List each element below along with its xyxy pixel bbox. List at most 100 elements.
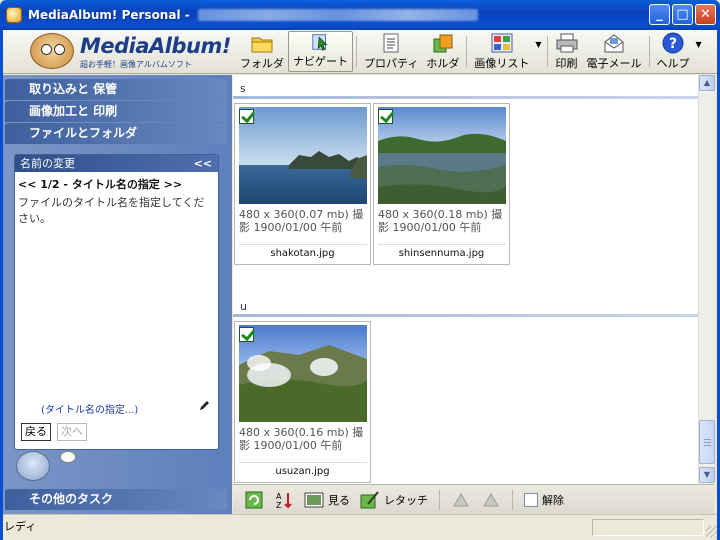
svg-text:?: ? [669, 36, 677, 52]
toolbar-separator [546, 36, 548, 67]
app-icon[interactable] [6, 7, 22, 23]
group-label-s: s [240, 82, 246, 95]
group-divider [233, 314, 698, 317]
thumbnail-item[interactable]: 480 x 360(0.07 mb) 撮影 1900/01/00 午前 shak… [234, 103, 371, 265]
image-list-button[interactable]: 画像リスト [470, 30, 533, 73]
svg-text:A: A [276, 492, 282, 501]
thumbnail-info: 480 x 360(0.16 mb) 撮影 1900/01/00 午前 [239, 426, 364, 452]
printer-icon [556, 33, 577, 53]
logo-subtitle: 超お手軽！画像アルバムソフト [80, 60, 192, 69]
window-frame-left [0, 30, 3, 540]
status-bar: レディ [0, 514, 720, 540]
thumbnail-item[interactable]: 480 x 360(0.16 mb) 撮影 1900/01/00 午前 usuz… [234, 321, 371, 483]
rotate-left-button[interactable] [448, 489, 474, 511]
vertical-scrollbar[interactable]: ▲ ▼ [698, 75, 715, 484]
refresh-button[interactable] [241, 489, 267, 511]
rename-panel-header: 名前の変更 << [15, 155, 218, 172]
thumbnail-image [239, 325, 367, 422]
help-button[interactable]: ? ヘルプ [653, 30, 694, 73]
task-pane: 取り込みと 保管 画像加工と 印刷 ファイルとフォルダ 名前の変更 << << … [0, 75, 232, 514]
task-section-file-folder[interactable]: ファイルとフォルダ [5, 123, 227, 144]
close-button[interactable]: ✕ [695, 4, 716, 25]
next-button[interactable]: 次へ [57, 423, 87, 441]
thumbnail-filename: shakotan.jpg [270, 248, 335, 259]
step-title: << 1/2 - タイトル名の指定 >> [18, 178, 183, 191]
select-checkbox[interactable] [239, 327, 254, 342]
status-text: レディ [4, 520, 37, 533]
help-icon: ? [662, 32, 684, 54]
email-button[interactable]: 電子メール [583, 30, 646, 73]
thumbnail-divider [378, 244, 506, 245]
image-list-dropdown-icon[interactable]: ▼ [533, 40, 543, 49]
task-section-other[interactable]: その他のタスク [5, 489, 227, 510]
speech-bubble-icon [60, 451, 76, 463]
back-button[interactable]: 戻る [21, 423, 51, 441]
thumbnail-image [239, 107, 367, 204]
group-divider [233, 96, 698, 99]
view-icon [304, 492, 324, 507]
email-label: 電子メール [586, 57, 642, 70]
title-bar: MediaAlbum! Personal - _ □ ✕ [0, 0, 720, 30]
thumbnail-image [378, 107, 506, 204]
navigate-label: ナビゲート [293, 55, 348, 68]
thumbnail-divider [239, 462, 367, 463]
retouch-icon [360, 490, 379, 508]
select-checkbox[interactable] [239, 109, 254, 124]
rotate-right-button[interactable] [478, 489, 504, 511]
rotate-left-icon [453, 492, 469, 506]
toolbar-separator [356, 36, 357, 67]
svg-text:Z: Z [276, 501, 282, 510]
holder-icon [433, 34, 453, 53]
logo-text: MediaAlbum! [80, 34, 231, 58]
rename-panel-title: 名前の変更 [20, 157, 75, 170]
thumbnail-info: 480 x 360(0.07 mb) 撮影 1900/01/00 午前 [239, 208, 364, 234]
image-list-icon [491, 33, 513, 53]
rotate-right-icon [483, 492, 499, 506]
select-checkbox[interactable] [378, 109, 393, 124]
print-button[interactable]: 印刷 [551, 30, 583, 73]
mascot-icon [30, 33, 74, 69]
task-section-edit-print[interactable]: 画像加工と 印刷 [5, 101, 227, 122]
properties-icon [383, 33, 399, 53]
title-redacted [197, 9, 478, 21]
help-dropdown-icon[interactable]: ▼ [694, 40, 704, 49]
scroll-thumb[interactable] [699, 420, 715, 464]
thumbnail-info: 480 x 360(0.18 mb) 撮影 1900/01/00 午前 [378, 208, 503, 234]
holder-label: ホルダ [426, 57, 460, 70]
collapse-icon[interactable]: << [194, 155, 212, 172]
email-icon [604, 34, 624, 53]
step-description: ファイルのタイトル名を指定してください。 [18, 196, 205, 225]
thumbnail-filename: shinsennuma.jpg [398, 248, 485, 259]
gallery-toolbar: AZ 見る レタッチ 解除 [233, 484, 714, 514]
holder-button[interactable]: ホルダ [422, 30, 463, 73]
mascot-icon [16, 451, 50, 481]
folder-icon [251, 37, 273, 53]
main-toolbar: MediaAlbum! 超お手軽！画像アルバムソフト フォルダ ナビゲート プロ… [0, 30, 720, 74]
navigate-button[interactable]: ナビゲート [288, 31, 353, 72]
pencil-icon[interactable] [198, 399, 211, 412]
maximize-button[interactable]: □ [672, 4, 693, 25]
properties-button[interactable]: プロパティ [360, 30, 422, 73]
toolbar-separator [466, 36, 468, 67]
status-panel [592, 519, 704, 536]
folder-button[interactable]: フォルダ [236, 30, 288, 73]
scroll-up-button[interactable]: ▲ [699, 75, 715, 91]
toolbar-separator [648, 36, 650, 67]
print-label: 印刷 [555, 57, 578, 70]
view-button[interactable]: 見る [301, 489, 353, 511]
minimize-button[interactable]: _ [649, 4, 670, 25]
thumbnail-divider [239, 244, 367, 245]
sort-button[interactable]: AZ [271, 489, 297, 511]
window-title: MediaAlbum! Personal - [28, 8, 190, 22]
toolbar-separator [439, 489, 440, 510]
title-name-link[interactable]: (タイトル名の指定...) [41, 401, 138, 416]
task-section-import[interactable]: 取り込みと 保管 [5, 79, 227, 100]
release-button[interactable]: 解除 [521, 489, 567, 511]
image-gallery[interactable]: s 480 x 360(0.07 mb) 撮影 1900/01/00 午前 sh… [233, 75, 698, 484]
view-label: 見る [328, 493, 350, 507]
thumbnail-item[interactable]: 480 x 360(0.18 mb) 撮影 1900/01/00 午前 shin… [373, 103, 510, 265]
retouch-button[interactable]: レタッチ [357, 489, 431, 511]
refresh-icon [245, 491, 263, 508]
scroll-down-button[interactable]: ▼ [699, 467, 715, 483]
release-checkbox[interactable] [524, 492, 538, 507]
